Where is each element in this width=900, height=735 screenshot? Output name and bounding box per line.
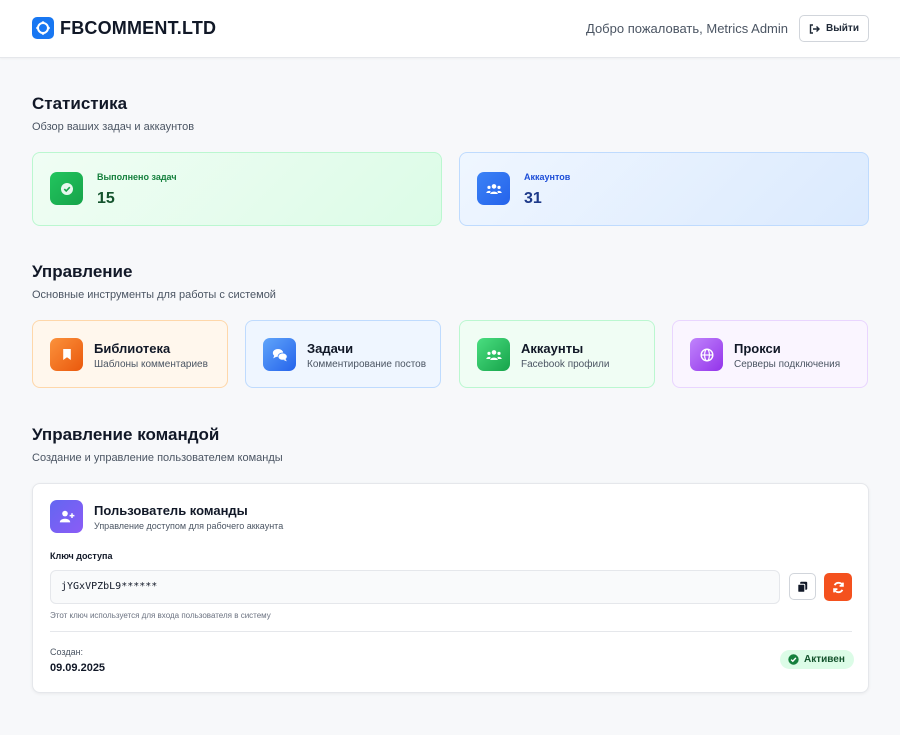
team-card-title: Пользователь команды	[94, 503, 248, 518]
created-date: 09.09.2025	[50, 662, 106, 674]
access-key-hint: Этот ключ используется для входа пользов…	[50, 611, 271, 620]
stat-value: 31	[524, 190, 542, 207]
access-key-label: Ключ доступа	[50, 551, 113, 561]
stats-subtitle: Обзор ваших задач и аккаунтов	[32, 121, 195, 133]
bookmark-icon	[50, 338, 83, 371]
tool-title: Библиотека	[94, 341, 171, 356]
tool-title: Аккаунты	[521, 341, 584, 356]
logout-icon	[809, 23, 821, 34]
access-key-field[interactable]: jYGxVPZbL9******	[50, 570, 780, 604]
refresh-icon	[832, 581, 844, 593]
created-label: Создан:	[50, 647, 84, 657]
tool-card-proxy[interactable]: Прокси Серверы подключения	[672, 320, 868, 388]
status-label: Активен	[804, 654, 845, 665]
top-header: FBCOMMENT.LTD Добро пожаловать, Metrics …	[0, 0, 900, 58]
comments-icon	[263, 338, 296, 371]
stat-label: Аккаунтов	[524, 172, 571, 182]
tool-title: Задачи	[307, 341, 354, 356]
tool-subtitle: Комментирование постов	[307, 359, 427, 370]
regenerate-key-button[interactable]	[824, 573, 852, 601]
logout-label: Выйти	[826, 23, 859, 34]
status-badge: Активен	[780, 650, 854, 669]
tool-card-library[interactable]: Библиотека Шаблоны комментариев	[32, 320, 228, 388]
tool-card-accounts[interactable]: Аккаунты Facebook профили	[459, 320, 655, 388]
tool-subtitle: Шаблоны комментариев	[94, 359, 208, 370]
check-circle-icon	[50, 172, 83, 205]
logo-icon	[32, 17, 54, 39]
users-icon	[477, 338, 510, 371]
stat-card-accounts: Аккаунтов 31	[459, 152, 869, 226]
tool-subtitle: Серверы подключения	[734, 359, 841, 370]
stat-value: 15	[97, 190, 115, 207]
brand-logo[interactable]: FBCOMMENT.LTD	[32, 17, 216, 39]
team-user-card: Пользователь команды Управление доступом…	[32, 483, 869, 693]
check-circle-icon	[788, 654, 799, 665]
welcome-text: Добро пожаловать, Metrics Admin	[586, 21, 788, 36]
stat-label: Выполнено задач	[97, 172, 177, 182]
users-icon	[477, 172, 510, 205]
logout-button[interactable]: Выйти	[799, 15, 869, 42]
tool-title: Прокси	[734, 341, 781, 356]
tool-card-tasks[interactable]: Задачи Комментирование постов	[245, 320, 441, 388]
team-title: Управление командой	[32, 425, 220, 444]
tool-subtitle: Facebook профили	[521, 359, 610, 370]
brand-name: FBCOMMENT.LTD	[60, 17, 217, 38]
team-card-subtitle: Управление доступом для рабочего аккаунт…	[94, 521, 284, 531]
copy-icon	[797, 581, 808, 593]
stat-card-tasks: Выполнено задач 15	[32, 152, 442, 226]
management-subtitle: Основные инструменты для работы с систем…	[32, 289, 276, 301]
team-subtitle: Создание и управление пользователем кома…	[32, 452, 283, 464]
user-plus-icon	[50, 500, 83, 533]
management-title: Управление	[32, 262, 133, 281]
stats-title: Статистика	[32, 94, 128, 113]
divider	[50, 631, 852, 632]
copy-key-button[interactable]	[789, 573, 816, 600]
globe-icon	[690, 338, 723, 371]
